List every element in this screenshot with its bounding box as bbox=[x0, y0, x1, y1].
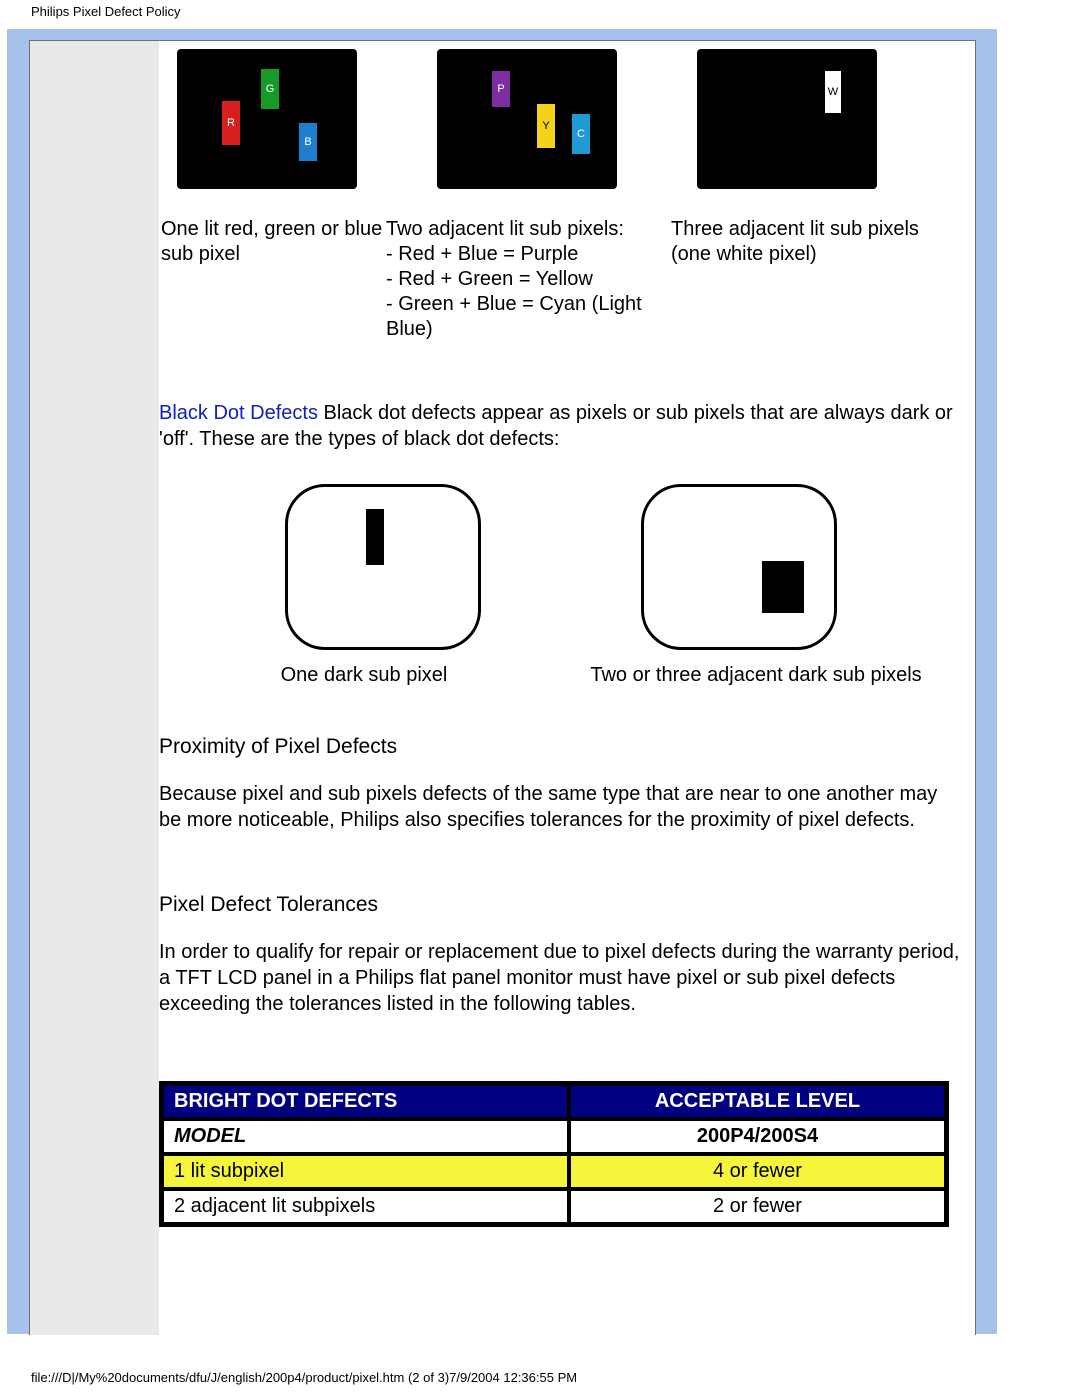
th-defects: BRIGHT DOT DEFECTS bbox=[162, 1084, 569, 1119]
black-dot-illustrations bbox=[159, 484, 963, 650]
heading-proximity: Proximity of Pixel Defects bbox=[159, 735, 963, 759]
subpixel-green: G bbox=[261, 69, 279, 109]
caption-line: Two adjacent lit sub pixels: bbox=[386, 218, 624, 240]
td-defect: 1 lit subpixel bbox=[162, 1154, 569, 1189]
gray-panel: R G B P Y C W One lit red, green or blue… bbox=[29, 40, 976, 1335]
bright-dot-table: BRIGHT DOT DEFECTS ACCEPTABLE LEVEL MODE… bbox=[159, 1081, 949, 1227]
table-row: 1 lit subpixel 4 or fewer bbox=[162, 1154, 946, 1189]
heading-tolerances: Pixel Defect Tolerances bbox=[159, 893, 963, 917]
tv-pyc: P Y C bbox=[437, 49, 617, 189]
dark-pixel-block-icon bbox=[762, 561, 804, 613]
black-dot-captions: One dark sub pixel Two or three adjacent… bbox=[159, 664, 963, 687]
white-tv-multi-dark bbox=[641, 484, 837, 650]
outer-frame: R G B P Y C W One lit red, green or blue… bbox=[7, 29, 997, 1334]
caption-one-dark: One dark sub pixel bbox=[159, 664, 549, 687]
subpixel-cyan: C bbox=[572, 114, 590, 154]
paragraph-proximity: Because pixel and sub pixels defects of … bbox=[159, 781, 963, 833]
tv-rgb: R G B bbox=[177, 49, 357, 189]
table-header-row: BRIGHT DOT DEFECTS ACCEPTABLE LEVEL bbox=[162, 1084, 946, 1119]
content-area: R G B P Y C W One lit red, green or blue… bbox=[159, 41, 975, 1335]
page-header: Philips Pixel Defect Policy bbox=[0, 0, 1080, 19]
table-model-row: MODEL 200P4/200S4 bbox=[162, 1119, 946, 1154]
subpixel-purple: P bbox=[492, 71, 510, 107]
td-defect: 2 adjacent lit subpixels bbox=[162, 1189, 569, 1224]
black-dot-paragraph: Black Dot Defects Black dot defects appe… bbox=[159, 400, 963, 452]
td-model-value: 200P4/200S4 bbox=[569, 1119, 946, 1154]
subpixel-yellow: Y bbox=[537, 104, 555, 148]
table-row: 2 adjacent lit subpixels 2 or fewer bbox=[162, 1189, 946, 1224]
white-tv-one-dark bbox=[285, 484, 481, 650]
th-level: ACCEPTABLE LEVEL bbox=[569, 1084, 946, 1119]
caption-three-lit: Three adjacent lit sub pixels (one white… bbox=[671, 217, 921, 342]
subpixel-blue: B bbox=[299, 123, 317, 161]
caption-multi-dark: Two or three adjacent dark sub pixels bbox=[549, 664, 963, 687]
subpixel-white: W bbox=[825, 71, 841, 113]
black-dot-link[interactable]: Black Dot Defects bbox=[159, 402, 318, 424]
bright-dot-illustrations: R G B P Y C W bbox=[159, 49, 963, 189]
caption-two-lit: Two adjacent lit sub pixels: - Red + Blu… bbox=[386, 217, 671, 342]
page: Philips Pixel Defect Policy R G B P Y C bbox=[0, 0, 1080, 1397]
paragraph-tolerances: In order to qualify for repair or replac… bbox=[159, 939, 963, 1017]
td-level: 2 or fewer bbox=[569, 1189, 946, 1224]
td-level: 4 or fewer bbox=[569, 1154, 946, 1189]
caption-line: - Red + Blue = Purple bbox=[386, 243, 578, 265]
caption-line: - Red + Green = Yellow bbox=[386, 268, 593, 290]
td-model-label: MODEL bbox=[162, 1119, 569, 1154]
caption-one-lit: One lit red, green or blue sub pixel bbox=[161, 217, 386, 342]
page-footer: file:///D|/My%20documents/dfu/J/english/… bbox=[31, 1370, 577, 1385]
bright-dot-captions: One lit red, green or blue sub pixel Two… bbox=[159, 217, 963, 342]
dark-pixel-icon bbox=[366, 509, 384, 565]
tv-white: W bbox=[697, 49, 877, 189]
caption-line: - Green + Blue = Cyan (Light Blue) bbox=[386, 293, 642, 340]
subpixel-red: R bbox=[222, 101, 240, 145]
